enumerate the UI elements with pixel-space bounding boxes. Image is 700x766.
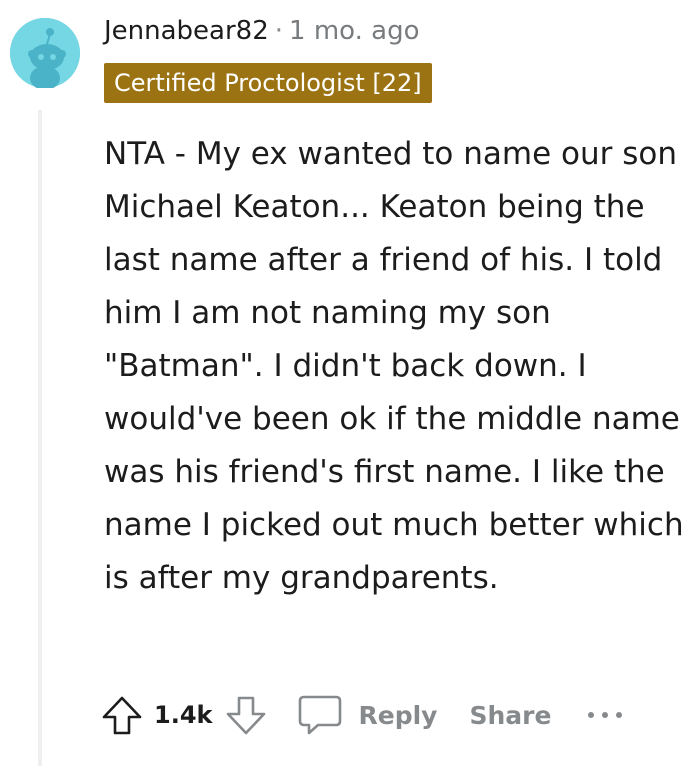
ellipsis-icon — [588, 712, 623, 718]
vote-count: 1.4k — [154, 701, 213, 729]
comment-meta: Jennabear82 · 1 mo. ago — [104, 12, 420, 50]
timestamp-link[interactable]: 1 mo. ago — [289, 16, 419, 46]
downvote-button[interactable] — [224, 693, 268, 737]
reply-label: Reply — [358, 700, 438, 730]
username-link[interactable]: Jennabear82 — [104, 16, 269, 46]
more-options-button[interactable] — [583, 705, 627, 725]
upvote-button[interactable] — [100, 693, 144, 737]
comment-body: NTA - My ex wanted to name our son Micha… — [104, 136, 684, 596]
avatar[interactable] — [10, 18, 80, 90]
comment-action-bar: 1.4k Reply Share — [100, 688, 627, 742]
reply-button[interactable]: Reply — [296, 693, 437, 737]
user-flair-badge: Certified Proctologist [22] — [104, 63, 432, 103]
meta-separator: · — [274, 16, 284, 46]
share-button[interactable]: Share — [469, 701, 551, 730]
chat-bubble-icon — [296, 693, 344, 737]
thread-line[interactable] — [38, 110, 42, 766]
snoo-avatar-icon — [10, 18, 80, 90]
arrow-up-icon — [102, 696, 142, 735]
arrow-down-icon — [227, 696, 266, 735]
